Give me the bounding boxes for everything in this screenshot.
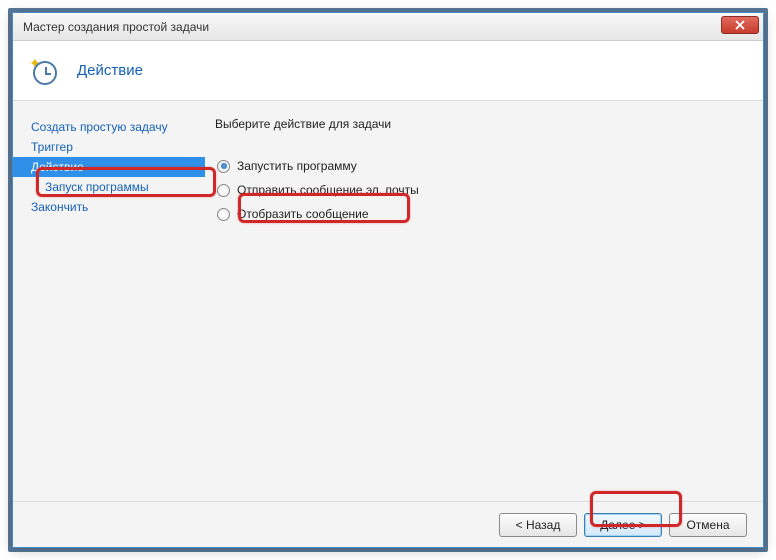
sidebar-item-start-program[interactable]: Запуск программы — [13, 177, 205, 197]
radio-label: Отобразить сообщение — [237, 207, 369, 221]
radio-input[interactable] — [217, 160, 230, 173]
content-heading: Выберите действие для задачи — [215, 117, 747, 131]
wizard-body: Создать простую задачу Триггер Действие … — [13, 101, 763, 501]
page-title: Действие — [77, 62, 143, 79]
task-icon: ✦ — [31, 55, 63, 87]
close-icon — [735, 20, 745, 30]
radio-input[interactable] — [217, 208, 230, 221]
wizard-footer: < Назад Далее > Отмена — [13, 501, 763, 547]
sidebar-item-label: Создать простую задачу — [31, 120, 168, 134]
action-radio-group: Запустить программу Отправить сообщение … — [215, 159, 747, 221]
sidebar-item-finish[interactable]: Закончить — [13, 197, 205, 217]
wizard-window: Мастер создания простой задачи ✦ Действи… — [12, 12, 764, 548]
sidebar-item-label: Запуск программы — [45, 180, 149, 194]
radio-display-message[interactable]: Отобразить сообщение — [217, 207, 747, 221]
window-title: Мастер создания простой задачи — [19, 20, 209, 34]
titlebar: Мастер создания простой задачи — [13, 13, 763, 41]
radio-label: Отправить сообщение эл. почты — [237, 183, 419, 197]
radio-label: Запустить программу — [237, 159, 357, 173]
cancel-button[interactable]: Отмена — [669, 513, 747, 537]
sidebar-item-label: Действие — [31, 160, 84, 174]
wizard-header: ✦ Действие — [13, 41, 763, 101]
sidebar-item-trigger[interactable]: Триггер — [13, 137, 205, 157]
radio-input[interactable] — [217, 184, 230, 197]
sidebar-item-action[interactable]: Действие — [13, 157, 205, 177]
sidebar-item-label: Триггер — [31, 140, 73, 154]
radio-send-email[interactable]: Отправить сообщение эл. почты — [217, 183, 747, 197]
wizard-content: Выберите действие для задачи Запустить п… — [205, 115, 747, 501]
radio-start-program[interactable]: Запустить программу — [217, 159, 747, 173]
close-button[interactable] — [721, 16, 759, 34]
wizard-sidebar: Создать простую задачу Триггер Действие … — [13, 115, 205, 501]
sidebar-item-label: Закончить — [31, 200, 88, 214]
back-button[interactable]: < Назад — [499, 513, 577, 537]
sidebar-item-create-task[interactable]: Создать простую задачу — [13, 117, 205, 137]
next-button[interactable]: Далее > — [584, 513, 662, 537]
